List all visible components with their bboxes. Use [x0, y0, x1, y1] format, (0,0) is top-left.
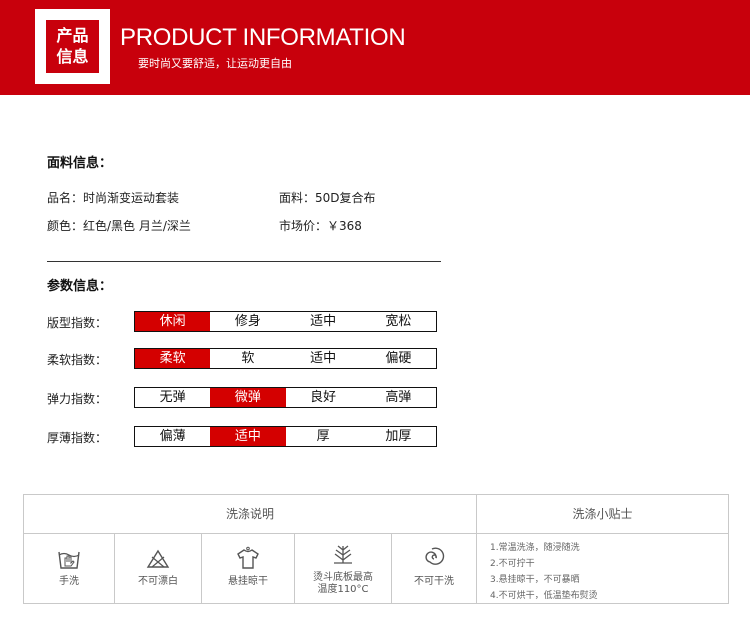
- wash-label-hang-dry: 悬挂晾干: [228, 576, 268, 587]
- wash-item-no-dry-clean: 不可干洗: [392, 534, 477, 603]
- param-scale: 柔软 软 适中 偏硬: [134, 348, 437, 369]
- wash-item-no-bleach: 不可漂白: [115, 534, 202, 603]
- param-option-selected: 微弹: [210, 388, 286, 407]
- param-label: 厚薄指数：: [47, 431, 108, 445]
- param-scale: 偏薄 适中 厚 加厚: [134, 426, 437, 447]
- fabric-section-title: 面料信息：: [47, 156, 113, 171]
- wash-label-no-dry-clean: 不可干洗: [414, 576, 454, 587]
- product-name: 品名：时尚渐变运动套装: [47, 191, 180, 205]
- wash-tips: 1.常温洗涤，随浸随洗 2.不可拧干 3.悬挂晾干，不可暴晒 4.不可烘干，低温…: [490, 540, 598, 604]
- param-label: 柔软指数：: [47, 353, 108, 367]
- no-bleach-icon: [146, 549, 170, 568]
- param-scale: 无弹 微弹 良好 高弹: [134, 387, 437, 408]
- param-option: 适中: [310, 314, 337, 329]
- param-label: 弹力指数：: [47, 392, 108, 406]
- param-option: 良好: [310, 390, 337, 405]
- wash-item-iron: 烫斗底板最高 温度110°C: [295, 534, 392, 603]
- header-banner: 产品 信息 PRODUCT INFORMATION 要时尚又要舒适，让运动更自由: [0, 0, 750, 95]
- hang-dry-icon: [237, 546, 259, 569]
- logo-text: 产品 信息: [46, 20, 99, 73]
- wash-item-hang-dry: 悬挂晾干: [202, 534, 295, 603]
- page-subtitle: 要时尚又要舒适，让运动更自由: [138, 57, 292, 70]
- wash-header-left: 洗涤说明: [24, 495, 477, 534]
- wash-label-iron-line1: 烫斗底板最高: [313, 572, 373, 583]
- product-colors: 颜色：红色/黑色 月兰/深兰: [47, 219, 191, 233]
- param-option: 软: [241, 351, 255, 366]
- wash-header-right: 洗涤小贴士: [477, 495, 728, 534]
- param-option: 厚: [316, 429, 330, 444]
- param-option: 偏硬: [385, 351, 412, 366]
- logo-badge: 产品 信息: [35, 9, 110, 84]
- market-price: 市场价：￥368: [279, 219, 362, 233]
- param-label: 版型指数：: [47, 316, 108, 330]
- param-option-selected: 柔软: [135, 349, 211, 368]
- param-option: 适中: [310, 351, 337, 366]
- param-option-selected: 休闲: [135, 312, 211, 331]
- tip-4: 4.不可烘干，低温垫布熨烫: [490, 591, 598, 601]
- no-dry-clean-icon: [425, 547, 445, 565]
- wash-item-hand-wash: 手洗: [24, 534, 115, 603]
- tip-2: 2.不可拧干: [490, 559, 535, 569]
- iron-icon: [334, 545, 352, 564]
- param-option: 高弹: [385, 390, 412, 405]
- fabric-material: 面料：50D复合布: [279, 191, 376, 205]
- page-title: PRODUCT INFORMATION: [120, 24, 406, 51]
- wash-label-no-bleach: 不可漂白: [138, 576, 178, 587]
- tip-1: 1.常温洗涤，随浸随洗: [490, 543, 580, 553]
- param-option: 偏薄: [159, 429, 186, 444]
- param-option-selected: 适中: [210, 427, 286, 446]
- params-section-title: 参数信息：: [47, 279, 113, 294]
- tip-3: 3.悬挂晾干，不可暴晒: [490, 575, 580, 585]
- param-scale: 休闲 修身 适中 宽松: [134, 311, 437, 332]
- logo-line-2: 信息: [56, 47, 89, 66]
- param-option: 宽松: [385, 314, 412, 329]
- section-divider: [47, 261, 441, 262]
- wash-label-hand-wash: 手洗: [59, 576, 79, 587]
- param-option: 无弹: [159, 390, 186, 405]
- logo-line-1: 产品: [56, 26, 89, 45]
- param-option: 修身: [234, 314, 261, 329]
- param-option: 加厚: [385, 429, 412, 444]
- wash-instructions-table: 洗涤说明 洗涤小贴士 手洗 不可漂白 悬挂晾干 烫斗底板最高 温度110°C 不…: [23, 494, 729, 604]
- hand-wash-icon: [58, 551, 80, 569]
- wash-label-iron-line2: 温度110°C: [317, 584, 369, 595]
